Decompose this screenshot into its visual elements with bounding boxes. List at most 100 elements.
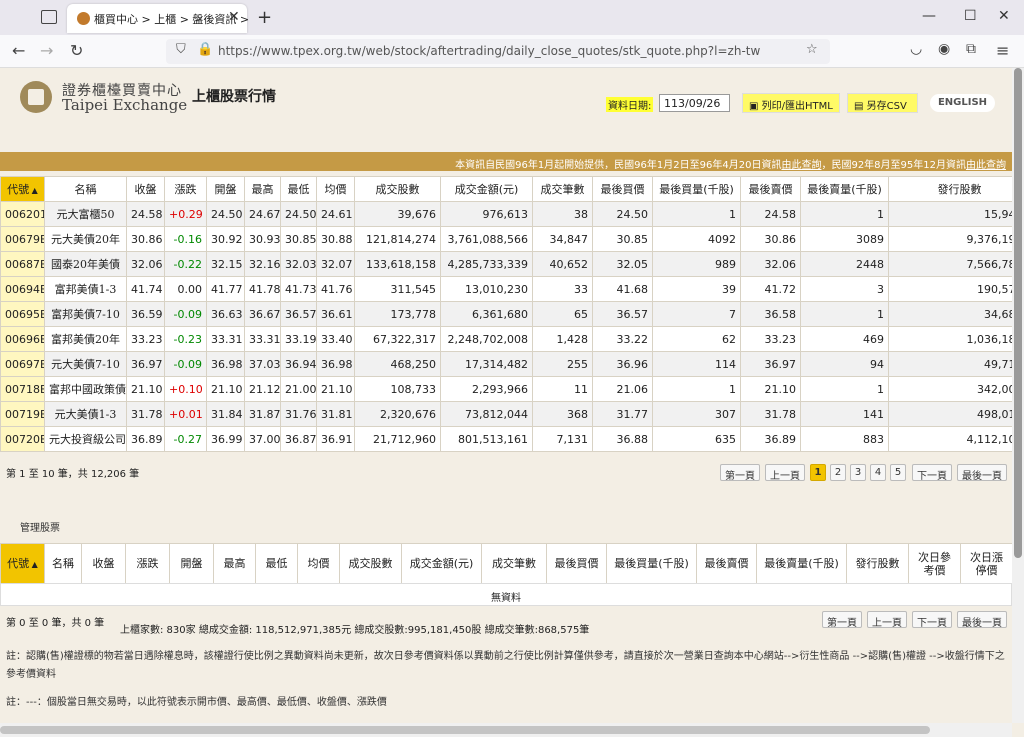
tab-overview-icon[interactable] (41, 10, 57, 24)
managed-column-header[interactable]: 開盤 (169, 543, 214, 584)
stock-code-cell[interactable]: 00687B (0, 251, 45, 277)
stock-name-cell[interactable]: 元大投資級公司債 (44, 426, 127, 452)
managed-column-header[interactable]: 收盤 (81, 543, 126, 584)
save-csv-button[interactable]: ▤ 另存CSV (847, 93, 918, 113)
column-header[interactable]: 成交筆數 (532, 176, 593, 202)
managed-column-header[interactable]: 最低 (255, 543, 298, 584)
page-number-button[interactable]: 1 (810, 464, 826, 481)
stock-name-cell[interactable]: 元大美債20年 (44, 226, 127, 252)
column-header[interactable]: 漲跌 (164, 176, 207, 202)
new-tab-icon[interactable]: + (257, 7, 272, 28)
managed-column-header-code-sort[interactable]: 代號 ▲ (0, 543, 45, 584)
next-page-button[interactable]: 下一頁 (912, 464, 952, 482)
managed-first-page-button[interactable]: 第一頁 (822, 611, 862, 629)
stock-code-cell[interactable]: 00695B (0, 301, 45, 327)
column-header[interactable]: 最低 (280, 176, 317, 202)
print-export-button[interactable]: ▣ 列印/匯出HTML (742, 93, 840, 113)
column-header[interactable]: 收盤 (126, 176, 165, 202)
stock-name-cell[interactable]: 元大美債1-3 (44, 401, 127, 427)
table-cell: 73,812,044 (440, 401, 533, 427)
lock-icon[interactable]: 🔒 (197, 42, 213, 57)
managed-prev-page-button[interactable]: 上一頁 (867, 611, 907, 629)
managed-column-header[interactable]: 成交筆數 (481, 543, 547, 584)
managed-column-header[interactable]: 最後賣價 (696, 543, 757, 584)
stock-code-cell[interactable]: 00679B (0, 226, 45, 252)
first-page-button[interactable]: 第一頁 (720, 464, 760, 482)
table-cell: 21.10 (206, 376, 245, 402)
stock-name-cell[interactable]: 富邦中國政策債 (44, 376, 127, 402)
column-header-code-sort[interactable]: 代號 ▲ (0, 176, 45, 202)
page-number-button[interactable]: 2 (830, 464, 846, 481)
managed-column-header[interactable]: 名稱 (44, 543, 82, 584)
column-header[interactable]: 最後買價 (592, 176, 653, 202)
column-header[interactable]: 最後賣量(千股) (800, 176, 889, 202)
prev-page-button[interactable]: 上一頁 (765, 464, 805, 482)
notice-link-1[interactable]: 由此查詢 (781, 160, 821, 171)
stock-code-cell[interactable]: 006201 (0, 201, 45, 227)
notice-link-2[interactable]: 由此查詢 (966, 160, 1006, 171)
managed-column-header[interactable]: 成交金額(元) (401, 543, 482, 584)
stock-code-cell[interactable]: 00720B (0, 426, 45, 452)
managed-column-header[interactable]: 次日參考價 (908, 543, 961, 584)
column-header[interactable]: 最後買量(千股) (652, 176, 741, 202)
managed-column-header[interactable]: 漲跌 (125, 543, 170, 584)
horizontal-scrollbar[interactable] (0, 723, 1012, 737)
managed-column-header[interactable]: 成交股數 (339, 543, 402, 584)
close-window-icon[interactable]: ✕ (998, 8, 1010, 24)
column-header[interactable]: 均價 (316, 176, 355, 202)
column-header[interactable]: 成交股數 (354, 176, 441, 202)
stock-code-cell[interactable]: 00718B (0, 376, 45, 402)
table-cell: 33.31 (244, 326, 281, 352)
managed-column-header[interactable]: 最高 (213, 543, 256, 584)
column-header[interactable]: 名稱 (44, 176, 127, 202)
extensions-icon[interactable]: ⧉ (966, 41, 976, 57)
page-number-button[interactable]: 3 (850, 464, 866, 481)
english-button[interactable]: ENGLISH (930, 94, 995, 112)
browser-tab[interactable]: 櫃買中心 > 上櫃 > 盤後資訊 > ✕ (67, 4, 249, 33)
page-number-button[interactable]: 4 (870, 464, 886, 481)
column-header[interactable]: 發行股數 (888, 176, 1012, 202)
stock-code-cell[interactable]: 00696B (0, 326, 45, 352)
maximize-icon[interactable]: ☐ (964, 8, 977, 24)
vertical-scroll-thumb[interactable] (1014, 68, 1022, 558)
stock-name-cell[interactable]: 富邦美債20年 (44, 326, 127, 352)
last-page-button[interactable]: 最後一頁 (957, 464, 1007, 482)
tpex-logo-icon[interactable] (20, 81, 52, 113)
managed-column-header[interactable]: 發行股數 (846, 543, 909, 584)
managed-column-header[interactable]: 最後賣量(千股) (756, 543, 847, 584)
horizontal-scroll-thumb[interactable] (0, 726, 930, 734)
managed-column-header[interactable]: 最後買價 (546, 543, 607, 584)
managed-last-page-button[interactable]: 最後一頁 (957, 611, 1007, 629)
managed-column-header[interactable]: 均價 (297, 543, 340, 584)
stock-name-cell[interactable]: 元大富櫃50 (44, 201, 127, 227)
bookmark-star-icon[interactable]: ☆ (806, 42, 818, 57)
close-tab-icon[interactable]: ✕ (228, 9, 240, 25)
account-icon[interactable]: ◉ (938, 41, 950, 57)
tracking-shield-icon[interactable]: ⛉ (176, 42, 186, 57)
stock-name-cell[interactable]: 國泰20年美債 (44, 251, 127, 277)
column-header[interactable]: 成交金額(元) (440, 176, 533, 202)
column-header[interactable]: 最後賣價 (740, 176, 801, 202)
managed-column-header[interactable]: 最後買量(千股) (606, 543, 697, 584)
column-header[interactable]: 最高 (244, 176, 281, 202)
stock-code-cell[interactable]: 00694B (0, 276, 45, 302)
back-icon[interactable]: ← (12, 41, 25, 60)
stock-name-cell[interactable]: 富邦美債1-3 (44, 276, 127, 302)
menu-icon[interactable]: ≡ (996, 41, 1009, 60)
stock-code-cell[interactable]: 00697B (0, 351, 45, 377)
pocket-icon[interactable]: ◡ (910, 41, 922, 57)
stock-code-cell[interactable]: 00719B (0, 401, 45, 427)
vertical-scrollbar[interactable] (1012, 68, 1024, 723)
stock-name-cell[interactable]: 富邦美債7-10 (44, 301, 127, 327)
managed-column-header[interactable]: 次日漲停價 (960, 543, 1012, 584)
page-number-button[interactable]: 5 (890, 464, 906, 481)
managed-next-page-button[interactable]: 下一頁 (912, 611, 952, 629)
date-input[interactable]: 113/09/26 (659, 94, 730, 112)
reload-icon[interactable]: ↻ (70, 41, 83, 60)
table-cell: 21.10 (740, 376, 801, 402)
address-bar[interactable]: ⛉ 🔒 https://www.tpex.org.tw/web/stock/af… (166, 39, 830, 64)
minimize-icon[interactable]: — (922, 8, 936, 24)
stock-name-cell[interactable]: 元大美債7-10 (44, 351, 127, 377)
forward-icon[interactable]: → (40, 41, 53, 60)
column-header[interactable]: 開盤 (206, 176, 245, 202)
